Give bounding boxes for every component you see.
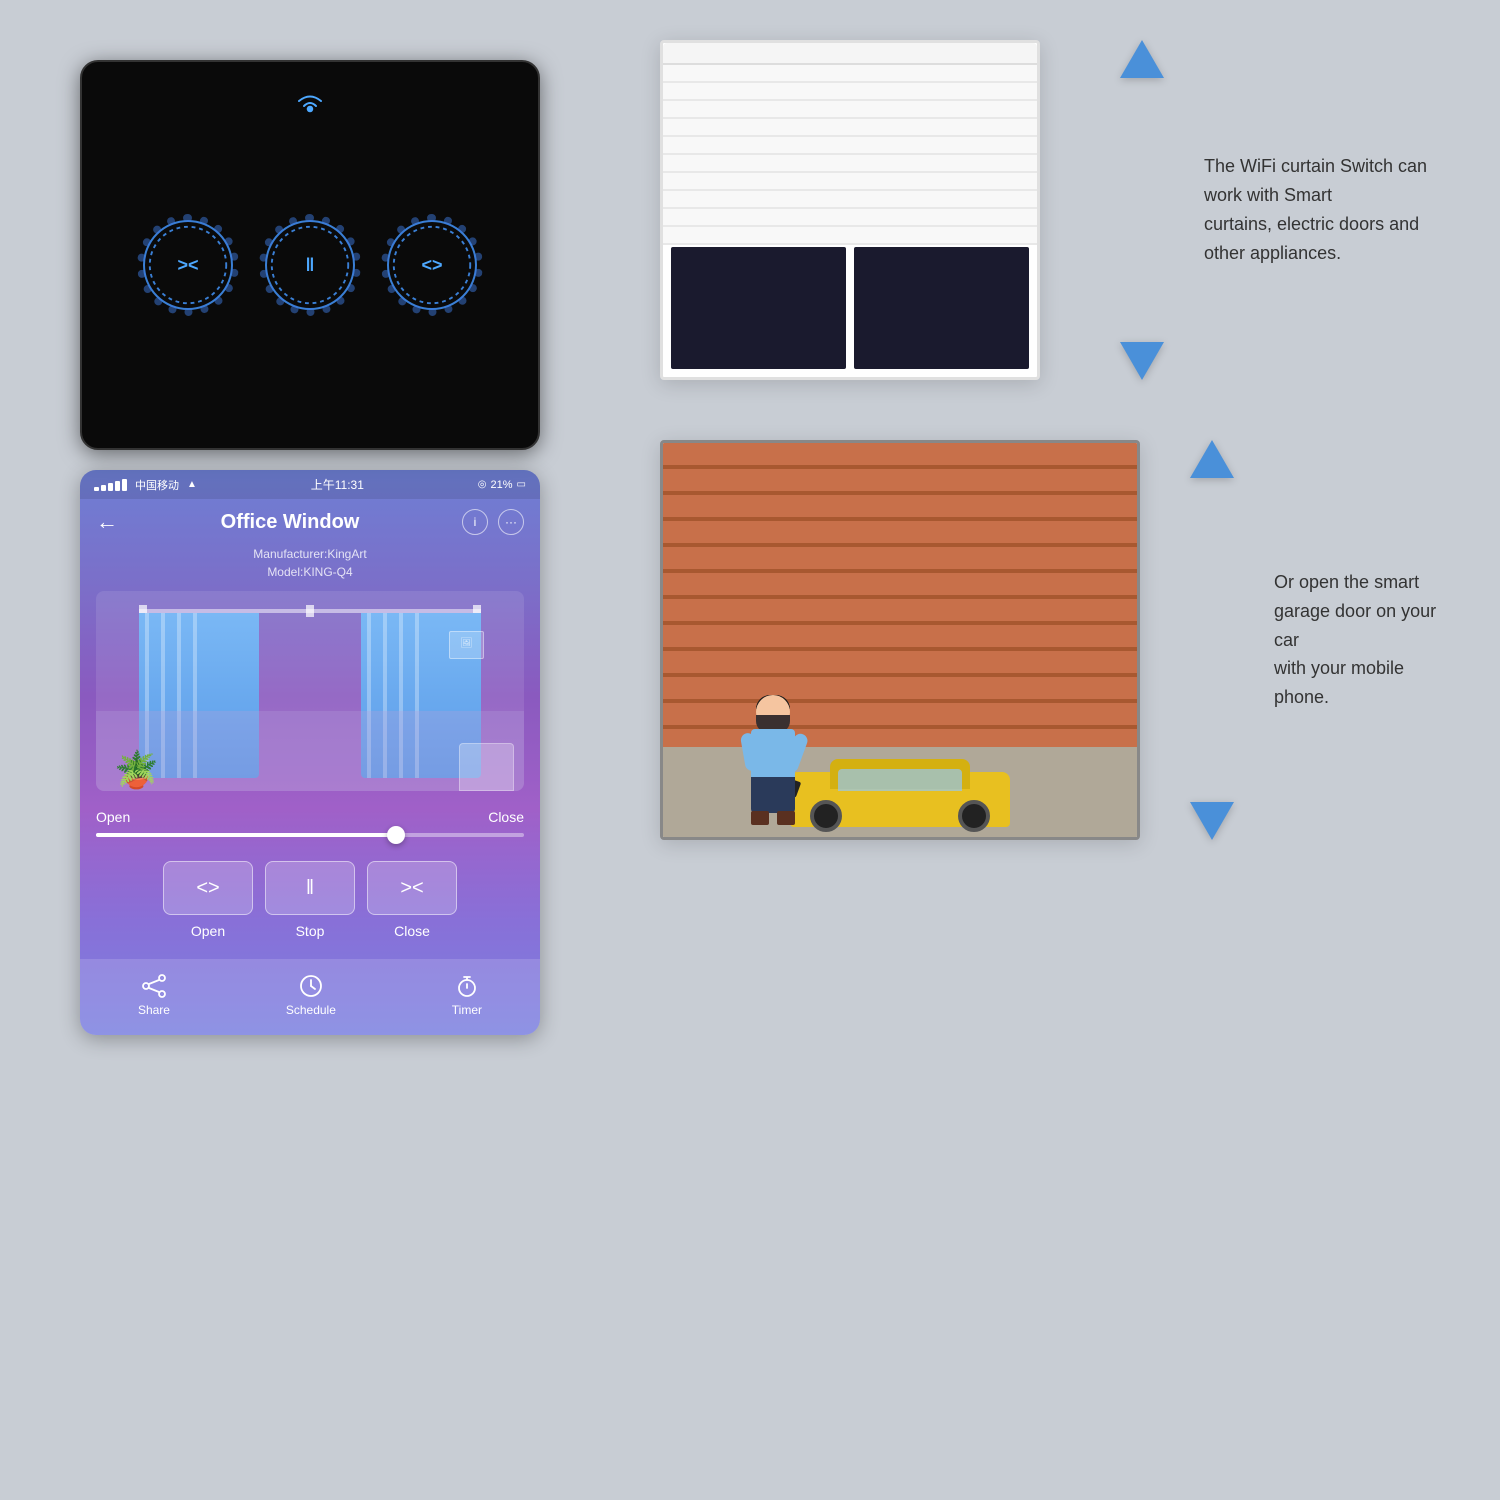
slider-section: Open Close: [80, 791, 540, 845]
garage-arrow-up-icon: [1190, 440, 1234, 478]
garage-illustration: [660, 440, 1140, 840]
right-panel: The WiFi curtain Switch can work with Sm…: [660, 40, 1440, 840]
car-wheel-left: [810, 800, 842, 832]
window-section: The WiFi curtain Switch can work with Sm…: [660, 40, 1440, 380]
window-opening: [663, 239, 1037, 377]
left-panel: >< ‖ <>: [80, 60, 550, 1035]
garage-car: [790, 747, 1010, 827]
switch-device: >< ‖ <>: [80, 60, 540, 450]
slider-track[interactable]: [96, 833, 524, 837]
window-illustration: [660, 40, 1080, 380]
battery-icon: ▭: [517, 479, 526, 490]
location-icon: ◎: [478, 479, 487, 490]
car-wheel-right: [958, 800, 990, 832]
garage-arrows: [1190, 440, 1234, 840]
switch-open-button[interactable]: ><: [143, 220, 233, 310]
window-arrows: [1120, 40, 1164, 380]
app-close-button[interactable]: ><: [367, 861, 457, 915]
app-stop-button[interactable]: ‖: [265, 861, 355, 915]
garage-arrow-down-icon: [1190, 802, 1234, 840]
app-close-label: Close: [367, 923, 457, 939]
room-plant-icon: 🪴: [114, 749, 159, 791]
back-button[interactable]: ←: [96, 509, 118, 535]
carrier-label: 中国移动: [135, 477, 179, 493]
car-window: [838, 769, 962, 791]
person-pants: [751, 777, 795, 813]
app-stop-label: Stop: [265, 923, 355, 939]
person-feet: [751, 811, 795, 825]
slider-fill: [96, 833, 396, 837]
app-subtitle: Manufacturer:KingArt Model:KING-Q4: [80, 545, 540, 591]
garage-section: Or open the smart garage door on your ca…: [660, 440, 1440, 840]
window-description: The WiFi curtain Switch can work with Sm…: [1204, 152, 1440, 267]
window-roller-slats: [663, 65, 1037, 245]
app-screen: 中国移动 ▲ 上午11:31 ◎ 21% ▭ ← Office Window i…: [80, 470, 540, 1035]
status-time: 上午11:31: [311, 476, 364, 493]
garage-person: [743, 695, 803, 825]
battery-label: 21%: [491, 479, 513, 491]
signal-bars-icon: [94, 479, 127, 491]
nav-schedule[interactable]: Schedule: [286, 973, 336, 1017]
switch-close-button[interactable]: <>: [387, 220, 477, 310]
person-figure: [743, 695, 803, 825]
control-buttons-row: <> ‖ ><: [80, 845, 540, 919]
slider-label-close: Close: [488, 809, 524, 825]
app-header-icons: i ···: [462, 509, 524, 535]
arrow-down-icon: [1120, 342, 1164, 380]
window-pane-left: [671, 247, 846, 369]
status-left: 中国移动 ▲: [94, 477, 197, 493]
schedule-icon: [298, 973, 324, 999]
timer-icon: [454, 973, 480, 999]
subtitle-line2: Model:KING-Q4: [96, 563, 524, 581]
subtitle-line1: Manufacturer:KingArt: [96, 545, 524, 563]
switch-stop-button[interactable]: ‖: [265, 220, 355, 310]
app-statusbar: 中国移动 ▲ 上午11:31 ◎ 21% ▭: [80, 470, 540, 499]
info-button[interactable]: i: [462, 509, 488, 535]
window-desc-line1: The WiFi curtain Switch can work with Sm…: [1204, 156, 1427, 205]
nav-share-label: Share: [138, 1003, 170, 1017]
garage-description: Or open the smart garage door on your ca…: [1274, 568, 1440, 712]
app-header: ← Office Window i ···: [80, 499, 540, 545]
slider-labels: Open Close: [96, 809, 524, 825]
garage-desc-line2: with your mobile phone.: [1274, 658, 1404, 707]
window-frame: [660, 40, 1040, 380]
window-desc-line2: curtains, electric doors and other appli…: [1204, 214, 1419, 263]
garage-door: [663, 443, 1137, 753]
switch-buttons-row: >< ‖ <>: [143, 220, 477, 310]
app-bottom-nav: Share Schedule Timer: [80, 959, 540, 1035]
nav-timer-label: Timer: [452, 1003, 482, 1017]
wifi-icon-status: ▲: [187, 479, 197, 490]
room-picture-frame: 🖼: [449, 631, 484, 659]
wifi-indicator-icon: [294, 92, 326, 124]
window-pane-right: [854, 247, 1029, 369]
more-options-button[interactable]: ···: [498, 509, 524, 535]
nav-timer[interactable]: Timer: [452, 973, 482, 1017]
person-foot-left: [751, 811, 769, 825]
garage-desc-line1: Or open the smart garage door on your ca…: [1274, 572, 1436, 650]
app-open-label: Open: [163, 923, 253, 939]
app-open-button[interactable]: <>: [163, 861, 253, 915]
curtain-clip-center: [306, 605, 314, 617]
arrow-up-icon: [1120, 40, 1164, 78]
slider-thumb[interactable]: [387, 826, 405, 844]
slider-label-open: Open: [96, 809, 130, 825]
room-nightstand: [459, 743, 514, 791]
person-foot-right: [777, 811, 795, 825]
ctrl-btn-labels: Open Stop Close: [80, 919, 540, 951]
window-roller-top: [663, 43, 1037, 65]
app-title: Office Window: [118, 511, 462, 534]
curtain-visual: 🪴 🖼: [96, 591, 524, 791]
status-right: ◎ 21% ▭: [478, 479, 526, 491]
nav-share[interactable]: Share: [138, 973, 170, 1017]
nav-schedule-label: Schedule: [286, 1003, 336, 1017]
share-icon: [141, 973, 167, 999]
